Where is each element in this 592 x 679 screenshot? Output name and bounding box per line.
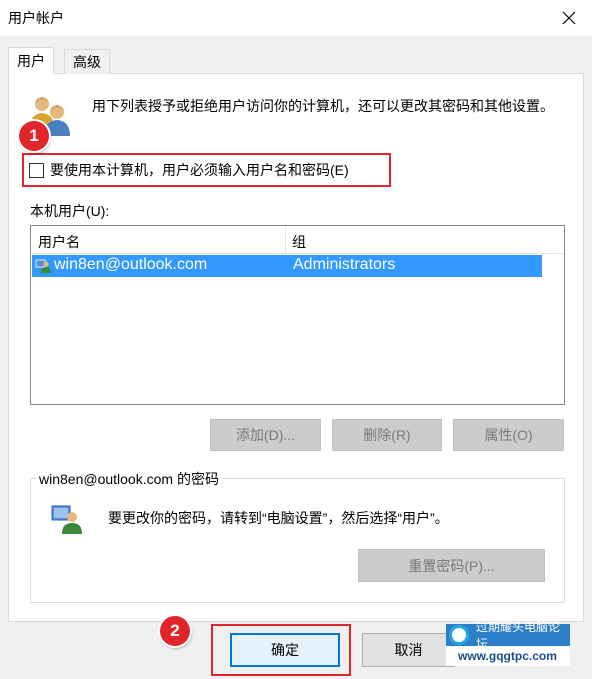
password-instructions: 要更改你的密码，请转到“电脑设置”，然后选择“用户”。 <box>108 510 449 526</box>
remove-user-button[interactable]: 删除(R) <box>332 419 442 451</box>
annotation-highlight-ok <box>211 624 351 676</box>
title-bar: 用户帐户 <box>0 0 592 36</box>
column-header-group[interactable]: 组 <box>292 232 306 252</box>
add-user-button[interactable]: 添加(D)... <box>210 419 321 451</box>
close-button[interactable] <box>546 0 592 36</box>
watermark-logo-icon <box>449 625 469 645</box>
tab-advanced-label: 高级 <box>73 54 101 70</box>
reset-password-button[interactable]: 重置密码(P)... <box>358 549 545 582</box>
tab-users[interactable]: 用户 <box>8 47 54 74</box>
description-text: 用下列表授予或拒绝用户访问你的计算机，还可以更改其密码和其他设置。 <box>92 98 554 114</box>
user-icon <box>50 503 84 538</box>
annotation-badge-1: 1 <box>19 121 49 151</box>
tab-users-label: 用户 <box>17 53 45 69</box>
column-divider[interactable] <box>285 226 286 254</box>
users-list-header: 用户名 组 <box>31 226 564 254</box>
password-groupbox <box>30 478 565 603</box>
annotation-highlight-checkbox <box>22 153 391 187</box>
row-group: Administrators <box>293 256 396 273</box>
tab-advanced[interactable]: 高级 <box>64 49 110 74</box>
local-users-label: 本机用户(U): <box>30 203 110 219</box>
users-list[interactable]: 用户名 组 win8en@outlook.com Administrators <box>30 225 565 405</box>
row-username: win8en@outlook.com <box>54 256 208 273</box>
column-header-username[interactable]: 用户名 <box>38 232 80 252</box>
properties-button[interactable]: 属性(O) <box>453 419 564 451</box>
user-row-icon <box>35 258 51 277</box>
table-row[interactable]: win8en@outlook.com Administrators <box>32 255 542 277</box>
watermark: 过期耀头电脑论坛 www.gqgtpc.com <box>446 620 570 670</box>
window-title: 用户帐户 <box>8 10 64 26</box>
close-icon <box>562 11 576 25</box>
watermark-line2: www.gqgtpc.com <box>446 646 570 666</box>
password-groupbox-title: win8en@outlook.com 的密码 <box>36 469 222 489</box>
annotation-badge-2: 2 <box>160 616 190 646</box>
cancel-button[interactable]: 取消 <box>362 633 455 667</box>
